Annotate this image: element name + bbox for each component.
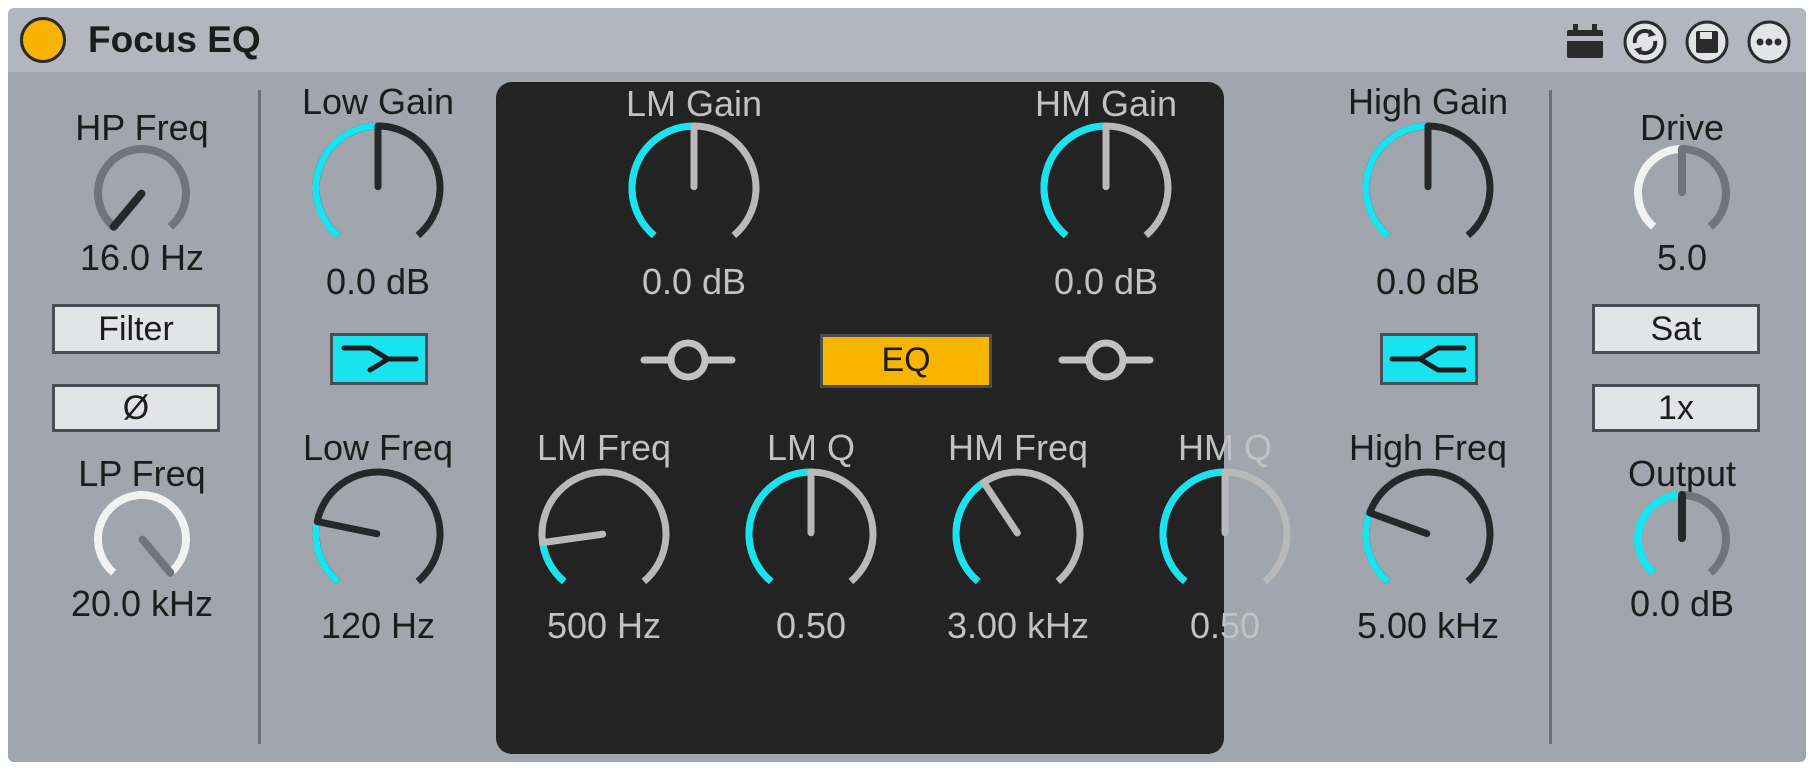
high-freq-knob[interactable] [1350,456,1506,612]
high-freq-value: 5.00 kHz [1356,605,1500,646]
device-title: Focus EQ [88,19,261,60]
more-options-icon[interactable] [1746,19,1792,65]
oversampling-toggle[interactable]: 1x [1592,384,1760,432]
hm-freq-knob[interactable] [940,456,1096,612]
hm-freq-value: 3.00 kHz [946,605,1090,646]
drive-knob[interactable] [1622,133,1742,253]
device-title-bar: Focus EQ [8,8,1806,72]
device-power-button[interactable] [20,17,66,63]
phase-invert-toggle[interactable]: Ø [52,384,220,432]
eq-mode-button[interactable]: EQ [820,334,992,388]
lm-freq-value: 500 Hz [546,605,662,646]
low-gain-knob[interactable] [300,110,456,266]
hot-swap-icon[interactable] [1622,19,1668,65]
hm-q-value: 0.50 [1189,605,1261,646]
hm-bell-icon[interactable] [1058,338,1154,382]
low-shelf-icon[interactable] [330,333,428,385]
low-freq-value: 120 Hz [320,605,436,646]
focus-eq-device: Focus EQ HP Freq 16.0 Hz Filter Ø LP Fre… [8,8,1806,762]
section-divider [1549,90,1552,744]
lm-gain-knob[interactable] [616,110,772,266]
hm-q-knob[interactable] [1147,456,1303,612]
lm-q-knob[interactable] [733,456,889,612]
hp-freq-value: 16.0 Hz [79,237,205,278]
section-divider [258,90,261,744]
high-shelf-icon[interactable] [1380,333,1478,385]
hm-gain-value: 0.0 dB [1053,261,1159,302]
output-value: 0.0 dB [1629,583,1735,624]
hp-freq-knob[interactable] [82,133,202,253]
output-knob[interactable] [1622,479,1742,599]
filter-toggle[interactable]: Filter [52,304,220,354]
lm-gain-value: 0.0 dB [641,261,747,302]
lm-freq-knob[interactable] [526,456,682,612]
lm-bell-icon[interactable] [640,338,736,382]
low-gain-value: 0.0 dB [325,261,431,302]
midi-map-icon[interactable] [1562,19,1608,65]
high-gain-value: 0.0 dB [1375,261,1481,302]
hm-gain-knob[interactable] [1028,110,1184,266]
lp-freq-value: 20.0 kHz [70,583,214,624]
save-preset-icon[interactable] [1684,19,1730,65]
drive-value: 5.0 [1656,237,1708,278]
lp-freq-knob[interactable] [82,479,202,599]
lm-q-value: 0.50 [775,605,847,646]
high-gain-knob[interactable] [1350,110,1506,266]
saturation-toggle[interactable]: Sat [1592,304,1760,354]
low-freq-knob[interactable] [300,456,456,612]
